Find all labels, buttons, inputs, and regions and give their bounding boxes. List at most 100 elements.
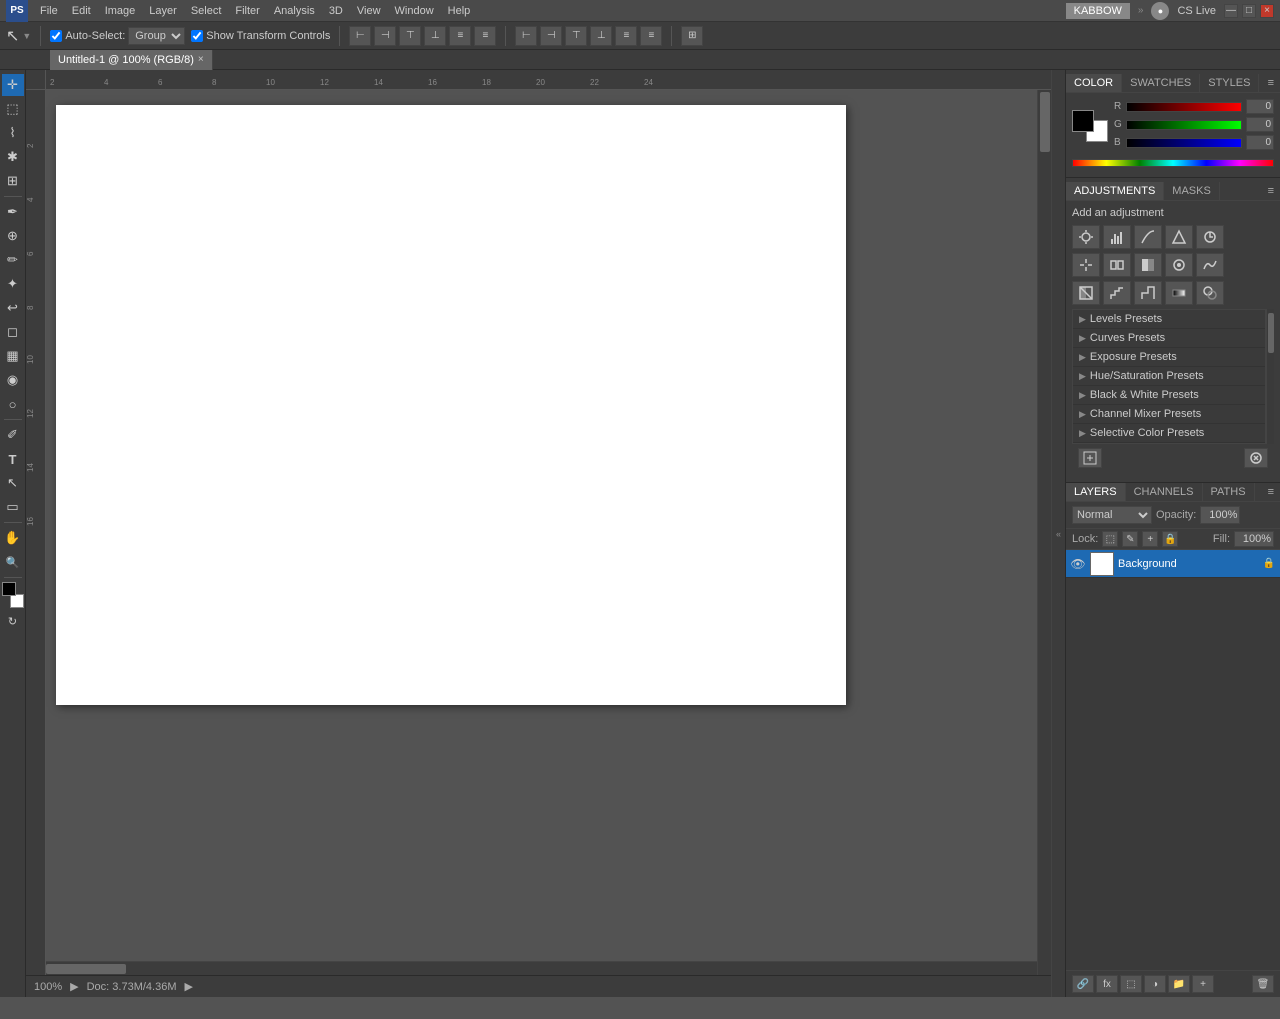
menu-layer[interactable]: Layer <box>143 3 183 19</box>
menu-3d[interactable]: 3D <box>323 3 349 19</box>
green-value[interactable] <box>1246 117 1274 132</box>
adjustments-panel-menu[interactable]: ≡ <box>1262 182 1280 200</box>
auto-select-dropdown[interactable]: Group <box>128 27 185 45</box>
hscroll-thumb[interactable] <box>46 964 126 974</box>
menu-help[interactable]: Help <box>442 3 477 19</box>
layer-new-btn[interactable]: + <box>1192 975 1214 993</box>
auto-align-btn[interactable]: ⊞ <box>681 26 703 46</box>
expand-icon[interactable]: » <box>1134 5 1148 16</box>
gradient-tool[interactable]: ▦ <box>2 345 24 367</box>
tab-paths[interactable]: PATHS <box>1203 483 1255 501</box>
layers-panel-menu[interactable]: ≡ <box>1262 483 1280 501</box>
blur-tool[interactable]: ◉ <box>2 369 24 391</box>
auto-select-checkbox[interactable] <box>50 30 62 42</box>
dist6-btn[interactable]: ≡ <box>640 26 662 46</box>
channelmixer-presets-item[interactable]: ▶ Channel Mixer Presets <box>1073 405 1265 424</box>
clone-tool[interactable]: ✦ <box>2 273 24 295</box>
menu-view[interactable]: View <box>351 3 387 19</box>
blend-mode-dropdown[interactable]: Normal <box>1072 506 1152 524</box>
brush-tool[interactable]: ✏ <box>2 249 24 271</box>
brightness-adj-btn[interactable] <box>1072 225 1100 249</box>
crop-tool[interactable]: ⊞ <box>2 170 24 192</box>
blue-value[interactable] <box>1246 135 1274 150</box>
foreground-color[interactable] <box>1072 110 1094 132</box>
close-button[interactable]: × <box>1260 4 1274 18</box>
presets-scrollbar[interactable] <box>1266 309 1274 444</box>
vibrance-adj-btn[interactable] <box>1196 225 1224 249</box>
red-slider[interactable] <box>1126 102 1242 112</box>
foreground-color-swatch[interactable] <box>2 582 16 596</box>
rotate-view-tool[interactable]: ↻ <box>2 610 24 632</box>
menu-file[interactable]: File <box>34 3 64 19</box>
menu-window[interactable]: Window <box>389 3 440 19</box>
menu-image[interactable]: Image <box>99 3 142 19</box>
blue-slider[interactable] <box>1126 138 1242 148</box>
document-tab-close[interactable]: × <box>198 54 204 65</box>
layer-group-btn[interactable]: 📁 <box>1168 975 1190 993</box>
eyedropper-tool[interactable]: ✒ <box>2 201 24 223</box>
shape-tool[interactable]: ▭ <box>2 496 24 518</box>
dist4-btn[interactable]: ⊥ <box>590 26 612 46</box>
lock-pixels-btn[interactable]: ⬚ <box>1102 531 1118 547</box>
foreground-background-colors[interactable] <box>1072 110 1108 142</box>
adj-preset-icon[interactable] <box>1078 448 1102 468</box>
minimize-button[interactable]: — <box>1224 4 1238 18</box>
menu-select[interactable]: Select <box>185 3 228 19</box>
document-tab[interactable]: Untitled-1 @ 100% (RGB/8) × <box>50 50 213 70</box>
layer-mask-btn[interactable]: ⬚ <box>1120 975 1142 993</box>
layer-background[interactable]: 👁 Background 🔒 <box>1066 550 1280 578</box>
panel-expand-button[interactable]: « <box>1051 70 1065 997</box>
bw-presets-item[interactable]: ▶ Black & White Presets <box>1073 386 1265 405</box>
bw-adj-btn[interactable] <box>1134 253 1162 277</box>
background-color-swatch[interactable] <box>10 594 24 608</box>
layer-delete-btn[interactable]: 🗑 <box>1252 975 1274 993</box>
layer-link-btn[interactable]: 🔗 <box>1072 975 1094 993</box>
align-right-btn[interactable]: ⊤ <box>399 26 421 46</box>
show-transform-checkbox[interactable] <box>191 30 203 42</box>
tab-masks[interactable]: MASKS <box>1164 182 1220 200</box>
hand-tool[interactable]: ✋ <box>2 527 24 549</box>
lock-lock-btn[interactable]: 🔒 <box>1162 531 1178 547</box>
align-center-btn[interactable]: ⊣ <box>374 26 396 46</box>
invert-adj-btn[interactable] <box>1072 281 1100 305</box>
menu-edit[interactable]: Edit <box>66 3 97 19</box>
selective-color-adj-btn[interactable] <box>1196 281 1224 305</box>
levels-adj-btn[interactable] <box>1103 225 1131 249</box>
menu-filter[interactable]: Filter <box>229 3 265 19</box>
align-bottom-btn[interactable]: ≡ <box>474 26 496 46</box>
levels-presets-item[interactable]: ▶ Levels Presets <box>1073 310 1265 329</box>
exposure-adj-btn[interactable] <box>1165 225 1193 249</box>
posterize-adj-btn[interactable] <box>1103 281 1131 305</box>
tab-layers[interactable]: LAYERS <box>1066 483 1126 501</box>
zoom-tool[interactable]: 🔍 <box>2 551 24 573</box>
layer-style-btn[interactable]: fx <box>1096 975 1118 993</box>
tab-color[interactable]: COLOR <box>1066 74 1122 92</box>
tool-dropdown-arrow[interactable]: ▼ <box>22 31 31 41</box>
tab-channels[interactable]: CHANNELS <box>1126 483 1203 501</box>
menu-bar[interactable]: File Edit Image Layer Select Filter Anal… <box>34 3 476 19</box>
text-tool[interactable]: T <box>2 448 24 470</box>
presets-scrollbar-thumb[interactable] <box>1268 313 1274 353</box>
dist3-btn[interactable]: ⊤ <box>565 26 587 46</box>
eraser-tool[interactable]: ◻ <box>2 321 24 343</box>
cs-live-label[interactable]: CS Live <box>1173 5 1220 17</box>
menu-analysis[interactable]: Analysis <box>268 3 321 19</box>
lasso-tool[interactable]: ⌇ <box>2 122 24 144</box>
tab-adjustments[interactable]: ADJUSTMENTS <box>1066 182 1164 200</box>
fill-field[interactable] <box>1234 531 1274 547</box>
threshold-adj-btn[interactable] <box>1134 281 1162 305</box>
align-middle-btn[interactable]: ≡ <box>449 26 471 46</box>
dist1-btn[interactable]: ⊢ <box>515 26 537 46</box>
path-select-tool[interactable]: ↖ <box>2 472 24 494</box>
align-left-btn[interactable]: ⊢ <box>349 26 371 46</box>
vscroll-thumb[interactable] <box>1040 92 1050 152</box>
photofilter-adj-btn[interactable] <box>1165 253 1193 277</box>
heal-tool[interactable]: ⊕ <box>2 225 24 247</box>
channelmixer-adj-btn[interactable] <box>1196 253 1224 277</box>
marquee-tool[interactable]: ⬚ <box>2 98 24 120</box>
color-spectrum[interactable] <box>1072 159 1274 167</box>
adj-reset-icon[interactable] <box>1244 448 1268 468</box>
move-tool[interactable]: ✛ <box>2 74 24 96</box>
lock-all-btn[interactable]: + <box>1142 531 1158 547</box>
exposure-presets-item[interactable]: ▶ Exposure Presets <box>1073 348 1265 367</box>
